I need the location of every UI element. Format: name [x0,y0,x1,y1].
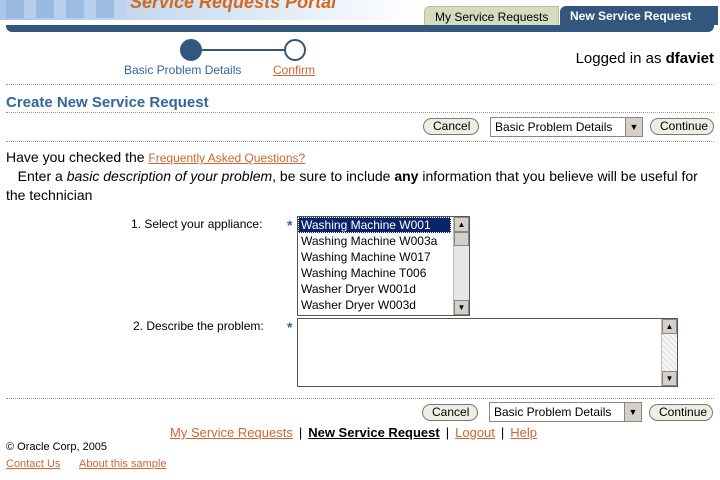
train-step-2-icon[interactable] [284,39,306,61]
appliance-label: 1. Select your appliance: [131,217,263,231]
divider [6,84,714,85]
step-select-value: Basic Problem Details [495,120,613,134]
divider [6,141,714,142]
footer-separator: | [500,425,505,440]
problem-label: 2. Describe the problem: [133,319,264,333]
header-banner: Service Requests Portal [0,0,420,20]
arrow-up-icon[interactable]: ▲ [662,319,677,334]
portal-title: Service Requests Portal [130,0,337,12]
logged-in-status: Logged in as dfaviet [576,50,714,67]
appliance-option[interactable]: Washing Machine W001 [298,217,451,233]
footer-link-new-service-request[interactable]: New Service Request [308,425,440,440]
continue-button-bottom[interactable]: Continue [649,404,713,421]
header-rule [6,25,714,32]
train-step-1-icon [180,39,202,61]
textarea-scrollbar[interactable]: ▲ ▼ [661,319,677,386]
train-step-1-label: Basic Problem Details [124,63,242,77]
continue-button-top[interactable]: Continue [650,118,714,135]
banner-decoration [6,0,126,18]
logged-in-prefix: Logged in as [575,50,662,67]
step-select-top[interactable]: Basic Problem Details ▼ [490,117,643,137]
problem-textarea[interactable]: ▲ ▼ [297,318,678,387]
arrow-down-icon[interactable]: ▼ [454,300,469,315]
footer-link-my-service-requests[interactable]: My Service Requests [170,425,293,440]
divider [6,112,714,113]
appliance-option[interactable]: Washer Dryer W001d [298,281,451,297]
appliance-listbox[interactable]: Washing Machine W001 Washing Machine W00… [297,216,470,316]
faq-line: Have you checked the Frequently Asked Qu… [6,149,305,165]
appliance-option[interactable]: Washing Machine W017 [298,249,451,265]
footer-nav: My Service Requests | New Service Request |… [170,425,537,440]
tab-new-service-request[interactable]: New Service Request [560,6,718,25]
chevron-down-icon[interactable]: ▼ [624,403,641,421]
instructions: Enter a basic description of your proble… [6,167,714,205]
footer-separator: | [298,425,303,440]
required-marker: * [287,217,293,233]
user-name: dfaviet [665,50,714,67]
appliance-option[interactable]: Washing Machine W003a [298,233,451,249]
train-connector [191,49,295,51]
contact-us-link[interactable]: Contact Us [6,458,60,470]
divider [6,398,714,399]
listbox-scrollbar[interactable]: ▲ ▼ [453,217,469,315]
desc-part-1: Enter a [17,168,63,184]
arrow-down-icon[interactable]: ▼ [662,371,677,386]
page-title: Create New Service Request [6,94,209,111]
appliance-option[interactable]: Washing Machine T006 [298,265,451,281]
train-step-2-link[interactable]: Confirm [273,63,315,77]
desc-strong: any [394,168,419,184]
chevron-down-icon[interactable]: ▼ [625,118,642,136]
scrollbar-thumb[interactable] [454,232,469,246]
faq-link[interactable]: Frequently Asked Questions? [148,151,305,165]
footer-link-logout[interactable]: Logout [455,425,495,440]
tab-my-service-requests[interactable]: My Service Requests [424,6,560,26]
copyright: © Oracle Corp, 2005 [6,441,108,453]
footer-separator: | [445,425,450,440]
about-sample-link[interactable]: About this sample [79,458,166,470]
cancel-button-bottom[interactable]: Cancel [422,404,478,421]
faq-prefix: Have you checked the [6,149,145,165]
appliance-option[interactable]: Washer Dryer W003d [298,297,451,313]
required-marker: * [287,319,293,335]
footer-link-help[interactable]: Help [510,425,537,440]
step-select-value: Basic Problem Details [494,405,612,419]
cancel-button-top[interactable]: Cancel [423,118,479,135]
arrow-up-icon[interactable]: ▲ [454,217,469,232]
desc-part-2: , be sure to include [272,168,391,184]
step-select-bottom[interactable]: Basic Problem Details ▼ [489,402,642,422]
desc-emphasis: basic description of your problem [66,168,273,184]
